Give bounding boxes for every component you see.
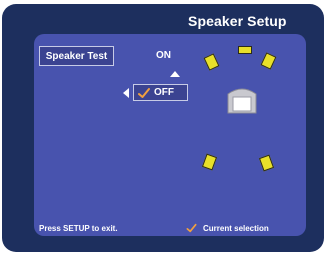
checkmark-icon xyxy=(138,87,150,98)
rear-left-speaker-icon xyxy=(201,153,218,171)
page-title: Speaker Setup xyxy=(188,13,287,29)
legend-label: Current selection xyxy=(203,223,269,233)
screen: Speaker Setup Speaker Test ON OFF Press … xyxy=(0,0,330,254)
exit-hint: Press SETUP to exit. xyxy=(39,224,118,233)
front-left-speaker-icon xyxy=(203,53,220,71)
center-speaker-icon xyxy=(238,46,252,54)
setup-dialog: Speaker Setup Speaker Test ON OFF Press … xyxy=(2,4,324,252)
up-arrow-icon[interactable] xyxy=(170,71,180,77)
left-arrow-icon[interactable] xyxy=(123,88,129,98)
option-off-selected[interactable]: OFF xyxy=(133,84,188,101)
option-on[interactable]: ON xyxy=(156,50,171,61)
settings-panel: Speaker Test ON OFF Press SETUP to exit. xyxy=(34,34,306,236)
front-right-speaker-icon xyxy=(260,52,277,70)
option-off-label: OFF xyxy=(154,87,174,98)
rear-right-speaker-icon xyxy=(258,154,275,172)
checkmark-icon xyxy=(186,223,197,233)
speaker-test-button[interactable]: Speaker Test xyxy=(39,46,114,66)
selection-legend: Current selection xyxy=(186,223,269,233)
listener-seat-icon xyxy=(227,88,257,114)
